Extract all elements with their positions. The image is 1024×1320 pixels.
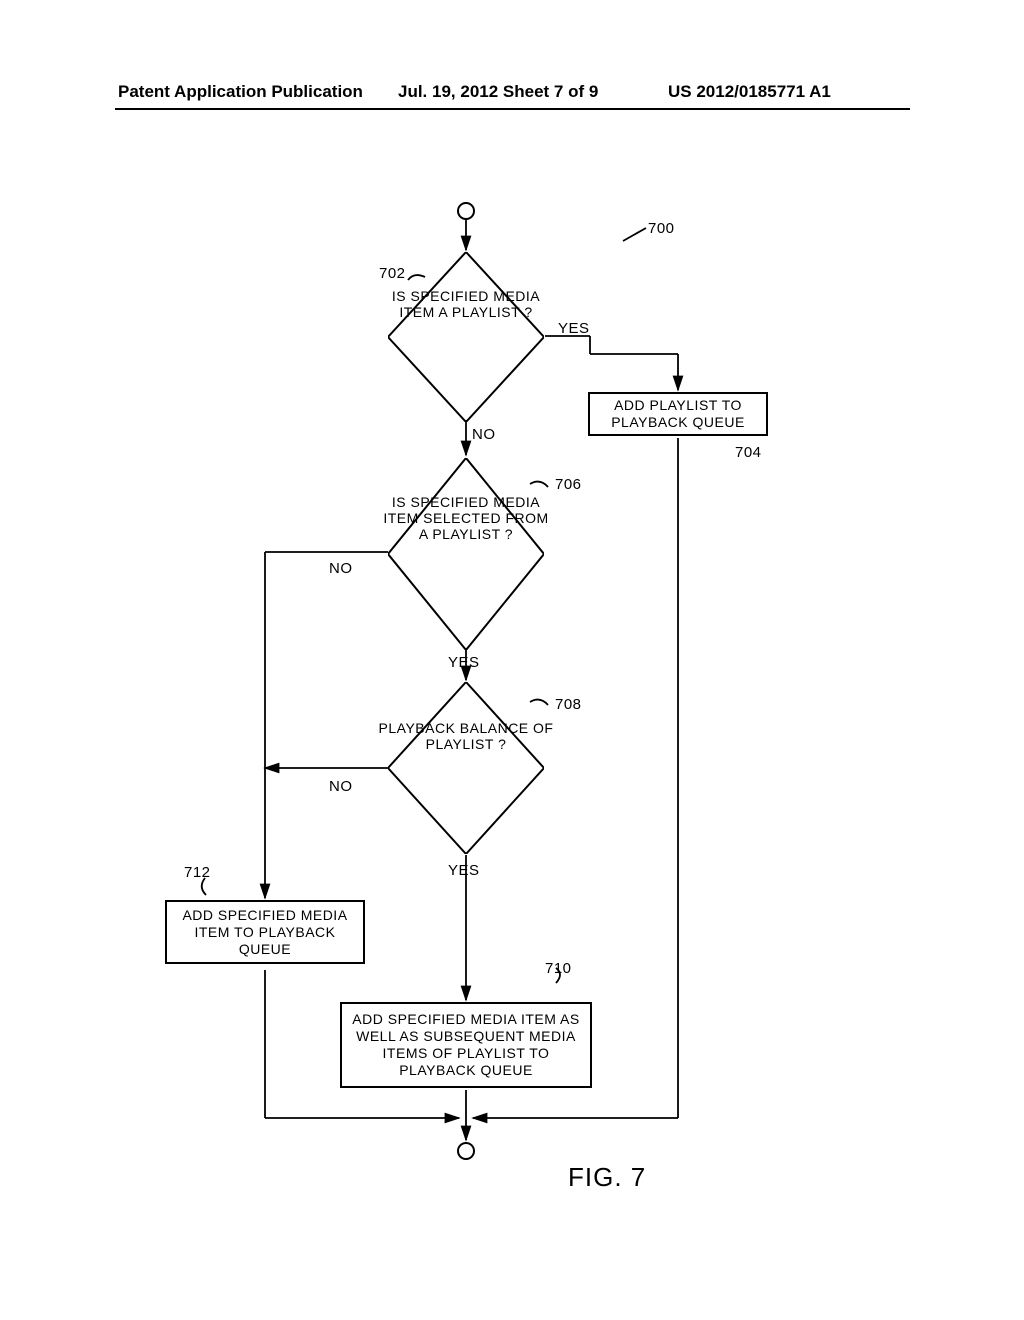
decision-702 xyxy=(388,252,544,422)
process-710-text: ADD SPECIFIED MEDIA ITEM AS WELL AS SUBS… xyxy=(346,1011,586,1079)
header-left: Patent Application Publication xyxy=(118,82,363,102)
header-divider xyxy=(115,108,910,110)
ref-704: 704 xyxy=(735,444,762,461)
header-center: Jul. 19, 2012 Sheet 7 of 9 xyxy=(398,82,598,102)
decision-708-text: PLAYBACK BALANCE OF PLAYLIST ? xyxy=(378,720,554,752)
start-terminator xyxy=(457,202,475,220)
process-712-text: ADD SPECIFIED MEDIA ITEM TO PLAYBACK QUE… xyxy=(171,907,359,958)
ref-702: 702 xyxy=(379,265,406,282)
edge-yes-702: YES xyxy=(558,320,590,337)
decision-702-text: IS SPECIFIED MEDIA ITEM A PLAYLIST ? xyxy=(378,288,554,320)
decision-706-text: IS SPECIFIED MEDIA ITEM SELECTED FROM A … xyxy=(378,494,554,542)
flowchart-connectors xyxy=(0,0,1024,1320)
edge-no-708: NO xyxy=(329,778,353,795)
end-terminator xyxy=(457,1142,475,1160)
edge-yes-706: YES xyxy=(448,654,480,671)
process-704: ADD PLAYLIST TO PLAYBACK QUEUE xyxy=(588,392,768,436)
ref-700: 700 xyxy=(648,220,675,237)
edge-yes-708: YES xyxy=(448,862,480,879)
process-712: ADD SPECIFIED MEDIA ITEM TO PLAYBACK QUE… xyxy=(165,900,365,964)
header-right: US 2012/0185771 A1 xyxy=(668,82,831,102)
edge-no-706: NO xyxy=(329,560,353,577)
figure-label: FIG. 7 xyxy=(568,1162,646,1193)
ref-706: 706 xyxy=(555,476,582,493)
patent-page: Patent Application Publication Jul. 19, … xyxy=(0,0,1024,1320)
process-704-text: ADD PLAYLIST TO PLAYBACK QUEUE xyxy=(594,397,762,431)
ref-710: 710 xyxy=(545,960,572,977)
decision-708 xyxy=(388,682,544,854)
ref-712: 712 xyxy=(184,864,211,881)
process-710: ADD SPECIFIED MEDIA ITEM AS WELL AS SUBS… xyxy=(340,1002,592,1088)
edge-no-702: NO xyxy=(472,426,496,443)
decision-706 xyxy=(388,458,544,650)
ref-708: 708 xyxy=(555,696,582,713)
